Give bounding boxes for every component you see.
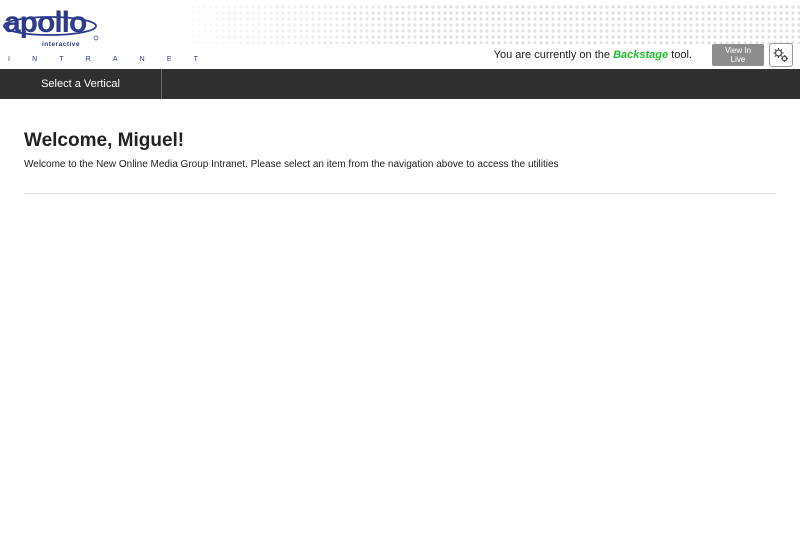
page-title: Welcome, Miguel! [24, 130, 185, 151]
intranet-wordmark: I N T R A N E T [8, 56, 198, 63]
welcome-message: Welcome to the New Online Media Group In… [24, 159, 559, 170]
gears-icon [773, 48, 788, 62]
status-prefix: You are currently on the [493, 49, 611, 61]
apollo-logo[interactable]: apollo interactive [2, 4, 117, 52]
dot-pattern-decoration [190, 4, 800, 44]
intranet-letter: I [8, 56, 10, 63]
main-content: Welcome, Miguel! Welcome to the New Onli… [24, 130, 776, 170]
main-navigation: Select a Vertical [0, 69, 800, 99]
content-divider [24, 193, 776, 194]
intranet-letter: T [59, 56, 64, 63]
status-suffix: tool. [671, 49, 692, 61]
environment-status: You are currently on the Backstage tool. [494, 49, 692, 61]
intranet-letter: A [112, 56, 118, 63]
intranet-letter: N [139, 56, 145, 63]
status-tool-name: Backstage [613, 49, 669, 61]
header: apollo interactive I N T R A N E T You a… [0, 0, 800, 69]
nav-select-vertical[interactable]: Select a Vertical [0, 69, 162, 99]
intranet-letter: T [193, 56, 198, 63]
intranet-letter: R [85, 56, 91, 63]
settings-button[interactable] [769, 43, 793, 67]
svg-text:interactive: interactive [42, 41, 80, 48]
view-in-live-button[interactable]: View In Live [712, 44, 764, 66]
intranet-letter: N [32, 56, 38, 63]
intranet-letter: E [166, 56, 172, 63]
